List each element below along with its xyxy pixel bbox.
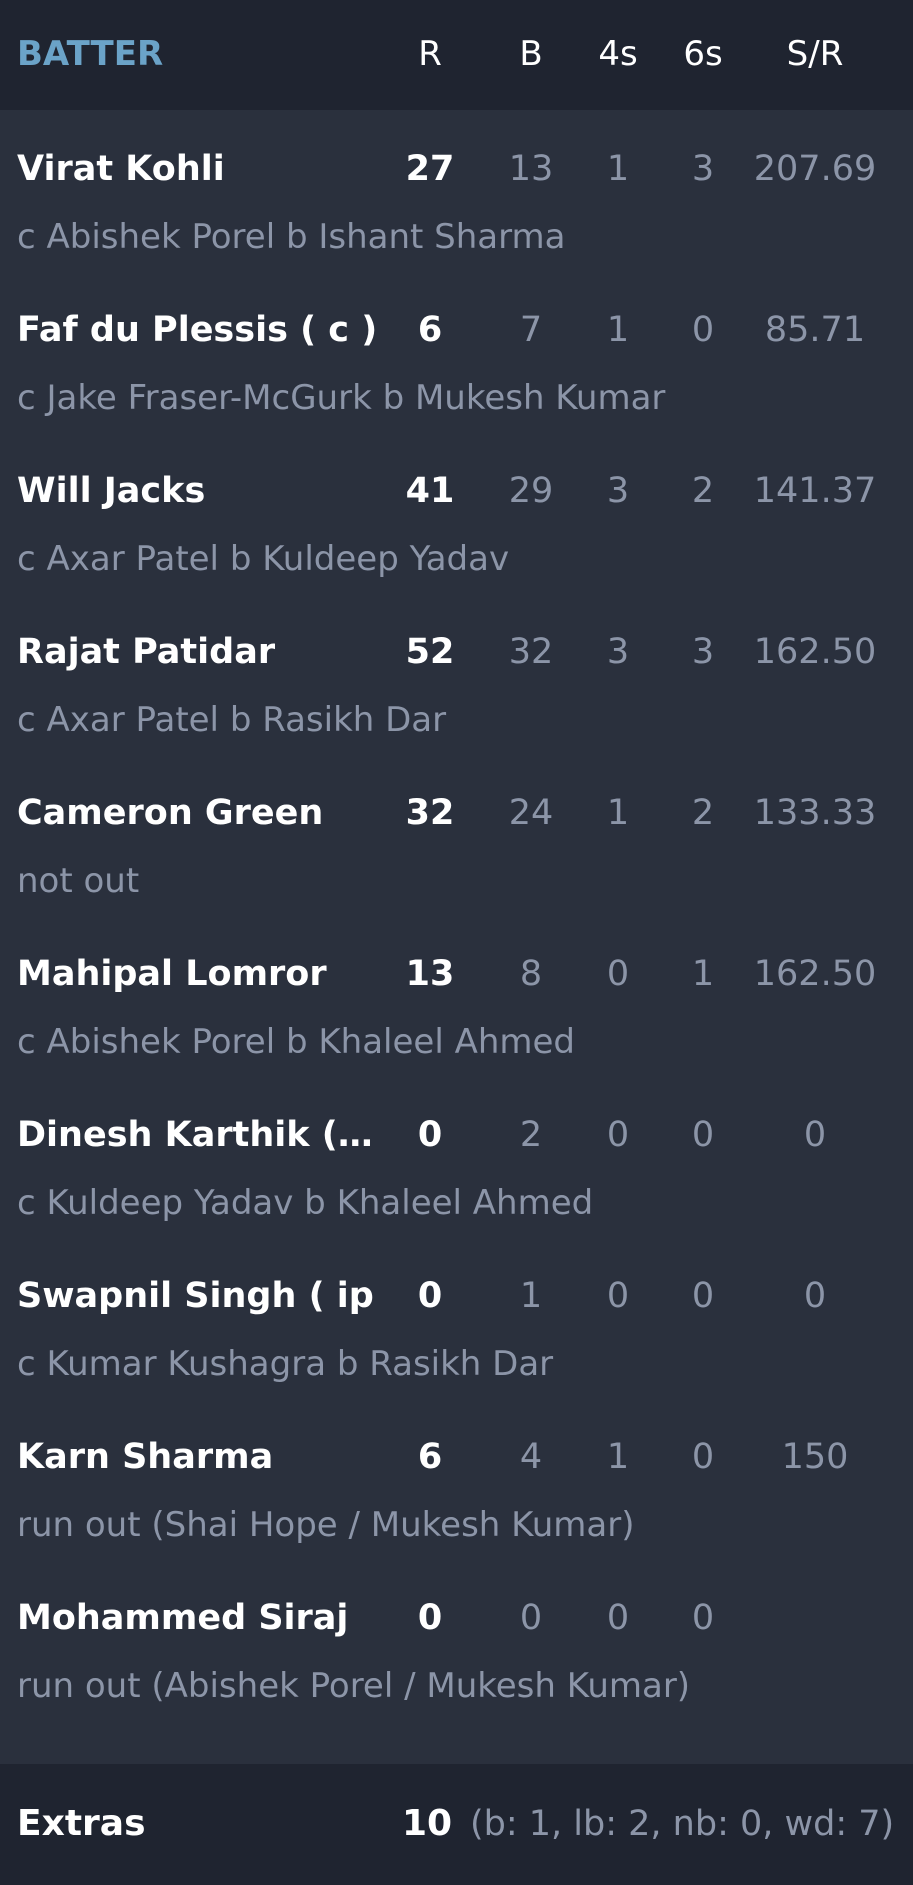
batter-sixes: 0: [691, 1437, 715, 1477]
batter-sixes: 3: [691, 149, 715, 189]
batter-fours: 1: [606, 1437, 630, 1477]
batter-balls: 4: [519, 1437, 543, 1477]
extras-total: 10: [402, 1803, 453, 1844]
header-fours: 4s: [598, 34, 638, 74]
batter-strike-rate: 85.71: [764, 310, 866, 350]
batter-row[interactable]: Mahipal Lomror 13 8 0 1 162.50 c Abishek…: [0, 950, 913, 1100]
batter-strike-rate: 141.37: [753, 471, 877, 511]
batter-balls: 29: [508, 471, 554, 511]
batter-runs: 6: [417, 1437, 443, 1477]
batter-dismissal: c Kuldeep Yadav b Khaleel Ahmed: [17, 1183, 594, 1223]
batter-runs: 27: [405, 149, 455, 189]
batter-name[interactable]: Virat Kohli: [17, 149, 225, 189]
batter-balls: 7: [519, 310, 543, 350]
batter-sixes: 0: [691, 1276, 715, 1316]
scorecard-header: BATTER R B 4s 6s S/R: [0, 0, 913, 110]
batter-balls: 32: [508, 632, 554, 672]
batter-fours: 0: [606, 1598, 630, 1638]
batter-balls: 2: [519, 1115, 543, 1155]
batter-fours: 3: [606, 471, 630, 511]
batter-dismissal: not out: [17, 861, 140, 901]
batter-row[interactable]: Dinesh Karthik (… 0 2 0 0 0 c Kuldeep Ya…: [0, 1111, 913, 1261]
extras-label: Extras: [17, 1803, 146, 1844]
batter-fours: 1: [606, 149, 630, 189]
header-runs: R: [418, 34, 442, 74]
batter-strike-rate: 0: [803, 1276, 827, 1316]
batter-dismissal: c Abishek Porel b Ishant Sharma: [17, 217, 566, 257]
batter-name[interactable]: Dinesh Karthik (…: [17, 1115, 373, 1155]
batter-row[interactable]: Karn Sharma 6 4 1 0 150 run out (Shai Ho…: [0, 1433, 913, 1583]
batter-dismissal: c Jake Fraser-McGurk b Mukesh Kumar: [17, 378, 666, 418]
batter-strike-rate: 133.33: [753, 793, 877, 833]
batter-dismissal: c Abishek Porel b Khaleel Ahmed: [17, 1022, 575, 1062]
batter-fours: 0: [606, 954, 630, 994]
batter-name[interactable]: Mohammed Siraj: [17, 1598, 348, 1638]
batter-runs: 6: [417, 310, 443, 350]
batter-strike-rate: 207.69: [753, 149, 877, 189]
batter-balls: 24: [508, 793, 554, 833]
batter-sixes: 2: [691, 793, 715, 833]
batter-name[interactable]: Rajat Patidar: [17, 632, 275, 672]
batter-strike-rate: 162.50: [753, 632, 877, 672]
batter-row[interactable]: Rajat Patidar 52 32 3 3 162.50 c Axar Pa…: [0, 628, 913, 778]
batter-strike-rate: 0: [803, 1115, 827, 1155]
batter-strike-rate: 162.50: [753, 954, 877, 994]
batter-runs: 52: [405, 632, 455, 672]
batter-runs: 41: [405, 471, 455, 511]
extras-row: Extras 10 (b: 1, lb: 2, nb: 0, wd: 7): [0, 1764, 913, 1885]
batter-name[interactable]: Karn Sharma: [17, 1437, 273, 1477]
batter-runs: 13: [405, 954, 455, 994]
batter-balls: 1: [519, 1276, 543, 1316]
batter-dismissal: run out (Abishek Porel / Mukesh Kumar): [17, 1666, 691, 1706]
header-balls: B: [519, 34, 543, 74]
header-sixes: 6s: [683, 34, 723, 74]
batter-balls: 0: [519, 1598, 543, 1638]
batter-dismissal: c Kumar Kushagra b Rasikh Dar: [17, 1344, 554, 1384]
batter-row[interactable]: Swapnil Singh ( ip ) 0 1 0 0 0 c Kumar K…: [0, 1272, 913, 1422]
batter-fours: 0: [606, 1115, 630, 1155]
batters-list: Virat Kohli 27 13 1 3 207.69 c Abishek P…: [0, 110, 913, 1764]
batter-runs: 32: [405, 793, 455, 833]
batter-dismissal: c Axar Patel b Kuldeep Yadav: [17, 539, 510, 579]
batter-fours: 1: [606, 310, 630, 350]
batter-row[interactable]: Cameron Green 32 24 1 2 133.33 not out: [0, 789, 913, 939]
batter-strike-rate: 150: [781, 1437, 849, 1477]
batter-fours: 0: [606, 1276, 630, 1316]
batter-sixes: 1: [691, 954, 715, 994]
batter-dismissal: c Axar Patel b Rasikh Dar: [17, 700, 447, 740]
batter-dismissal: run out (Shai Hope / Mukesh Kumar): [17, 1505, 635, 1545]
header-strike-rate: S/R: [786, 34, 844, 74]
batter-sixes: 0: [691, 1115, 715, 1155]
batter-name[interactable]: Swapnil Singh ( ip ): [17, 1276, 377, 1316]
batter-runs: 0: [417, 1115, 443, 1155]
batter-sixes: 3: [691, 632, 715, 672]
batter-sixes: 0: [691, 310, 715, 350]
batter-row[interactable]: Mohammed Siraj 0 0 0 0 run out (Abishek …: [0, 1594, 913, 1744]
batter-balls: 13: [508, 149, 554, 189]
batter-runs: 0: [417, 1276, 443, 1316]
batter-name[interactable]: Mahipal Lomror: [17, 954, 327, 994]
batter-name[interactable]: Faf du Plessis ( c ): [17, 310, 377, 350]
header-batter: BATTER: [17, 34, 164, 74]
batter-sixes: 2: [691, 471, 715, 511]
batter-fours: 3: [606, 632, 630, 672]
batter-name[interactable]: Will Jacks: [17, 471, 205, 511]
extras-breakdown: (b: 1, lb: 2, nb: 0, wd: 7): [470, 1804, 895, 1844]
batter-row[interactable]: Will Jacks 41 29 3 2 141.37 c Axar Patel…: [0, 467, 913, 617]
batter-sixes: 0: [691, 1598, 715, 1638]
batter-balls: 8: [519, 954, 543, 994]
batter-fours: 1: [606, 793, 630, 833]
batter-row[interactable]: Faf du Plessis ( c ) 6 7 1 0 85.71 c Jak…: [0, 306, 913, 456]
batter-name[interactable]: Cameron Green: [17, 793, 323, 833]
batter-row[interactable]: Virat Kohli 27 13 1 3 207.69 c Abishek P…: [0, 145, 913, 295]
batter-runs: 0: [417, 1598, 443, 1638]
